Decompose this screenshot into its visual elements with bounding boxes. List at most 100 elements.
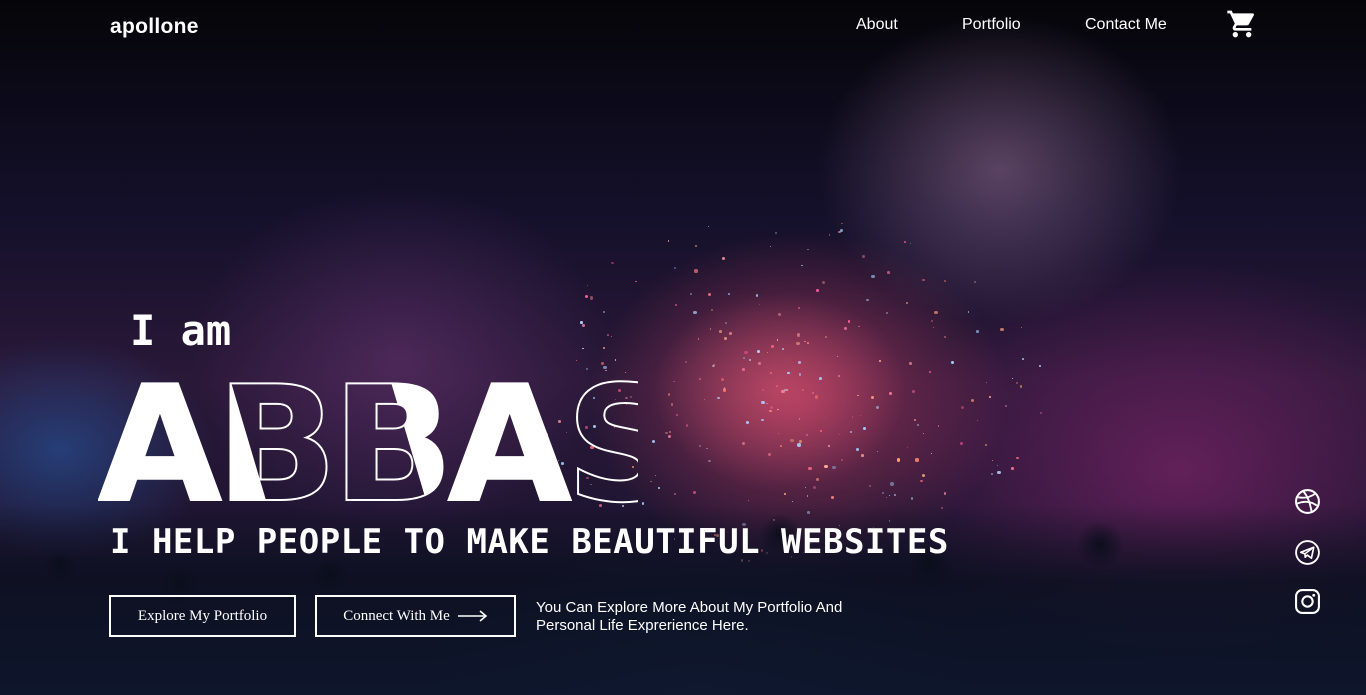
spark [580, 320, 583, 324]
nav-link-contact[interactable]: Contact Me [1085, 16, 1167, 34]
spark [665, 431, 668, 435]
spark [912, 390, 915, 394]
spark [914, 419, 916, 421]
spark [1016, 457, 1019, 460]
spark [844, 327, 847, 330]
spark [804, 340, 806, 343]
hero-intro: I am [130, 306, 232, 355]
spark [1022, 357, 1024, 360]
spark [635, 280, 637, 283]
spark [915, 458, 919, 462]
explore-portfolio-label: Explore My Portfolio [137, 607, 268, 624]
spark [796, 341, 800, 345]
spark [673, 493, 676, 496]
spark [1000, 327, 1004, 332]
spark [670, 403, 674, 406]
spark [667, 393, 670, 396]
spark [699, 378, 701, 380]
spark [960, 405, 964, 409]
spark [694, 269, 698, 273]
spark [761, 400, 765, 404]
spark [868, 485, 871, 488]
spark [921, 278, 925, 282]
shopping-cart-icon[interactable] [1226, 8, 1258, 40]
connect-label: Connect With Me [343, 607, 450, 624]
spark [836, 355, 839, 357]
spark [761, 389, 764, 392]
spark [950, 361, 954, 365]
spark [840, 229, 843, 232]
spark [796, 333, 801, 337]
spark [934, 310, 938, 315]
spark [974, 280, 977, 283]
spark [806, 341, 809, 344]
spark [1039, 365, 1041, 368]
spark [693, 310, 697, 315]
spark [943, 279, 946, 282]
spark [858, 325, 860, 328]
spark [673, 380, 675, 382]
spark [744, 350, 748, 355]
spark [650, 480, 652, 483]
spark [890, 482, 894, 486]
spark [757, 361, 761, 365]
spark [769, 409, 772, 413]
spark [937, 425, 939, 427]
spark [787, 371, 790, 375]
spark [908, 361, 912, 365]
spark [777, 408, 779, 410]
spark [657, 486, 660, 489]
spark [798, 373, 802, 376]
spark [815, 478, 819, 481]
spark [777, 312, 781, 316]
spark [959, 441, 963, 446]
spark [581, 323, 585, 327]
spark [806, 495, 808, 497]
nav-link-about[interactable]: About [856, 16, 898, 34]
spark [991, 472, 993, 475]
spark [920, 479, 923, 483]
spark [856, 448, 859, 451]
brand-logo[interactable]: apollone [110, 15, 199, 39]
spark [742, 368, 745, 371]
instagram-icon[interactable] [1294, 588, 1321, 615]
nav-link-portfolio[interactable]: Portfolio [962, 16, 1021, 34]
spark [886, 271, 890, 274]
spark [1016, 381, 1019, 384]
spark [667, 434, 671, 438]
spark [989, 396, 992, 398]
spark [812, 486, 816, 489]
spark [862, 426, 866, 430]
spark [996, 464, 999, 466]
spark [820, 430, 822, 432]
spark [785, 388, 788, 391]
spark [723, 387, 725, 389]
spark [903, 241, 906, 243]
spark [830, 495, 834, 499]
hero-tagline: I HELP PEOPLE TO MAKE BEAUTIFUL WEBSITES [110, 522, 949, 562]
spark [967, 311, 970, 313]
spark [929, 371, 931, 373]
spark [727, 292, 730, 295]
spark [720, 377, 724, 381]
spark [812, 391, 815, 394]
explore-portfolio-button[interactable]: Explore My Portfolio [109, 595, 296, 637]
spark [722, 388, 726, 392]
spark [589, 296, 594, 300]
telegram-icon[interactable] [1294, 539, 1321, 566]
spark [708, 459, 711, 462]
spark [797, 361, 801, 365]
spark [824, 464, 828, 468]
dribbble-icon[interactable] [1294, 488, 1321, 515]
spark [814, 395, 819, 399]
spark [866, 299, 869, 302]
spark [888, 391, 893, 395]
spark [717, 396, 720, 399]
spark [976, 330, 979, 333]
connect-with-me-button[interactable]: Connect With Me [315, 595, 516, 637]
spark [827, 444, 830, 447]
hero-name: ABBAS ABBAS ABBAS [98, 372, 638, 507]
spark [769, 371, 772, 374]
spark [801, 388, 804, 392]
spark [878, 359, 881, 362]
